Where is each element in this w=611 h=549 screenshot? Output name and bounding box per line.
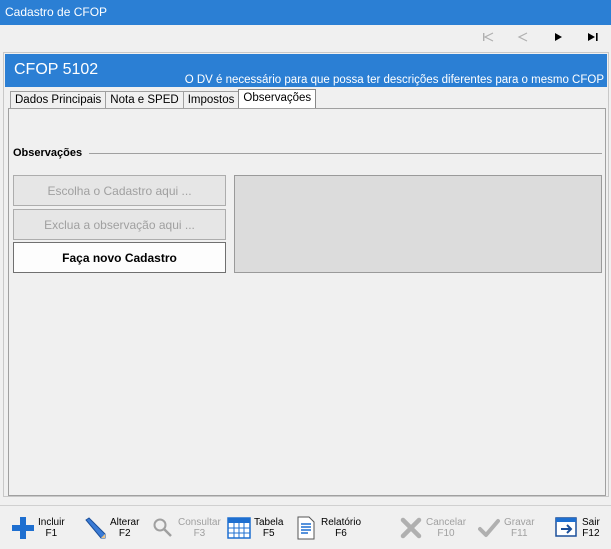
- alterar-button[interactable]: Alterar F2: [82, 510, 139, 546]
- exit-icon: [554, 515, 580, 541]
- consultar-button[interactable]: Consultar F3: [150, 510, 221, 546]
- tab-observacoes[interactable]: Observações: [238, 89, 317, 110]
- calendar-table-icon: [226, 515, 252, 541]
- gravar-button[interactable]: Gravar F11: [476, 510, 535, 546]
- tabela-button[interactable]: Tabela F5: [226, 510, 283, 546]
- cfop-header: CFOP 5102 O DV é necessário para que pos…: [5, 54, 607, 87]
- cancel-x-icon: [398, 515, 424, 541]
- relatorio-button[interactable]: Relatório F6: [293, 510, 361, 546]
- first-record-icon[interactable]: [478, 28, 498, 45]
- incluir-button[interactable]: Incluir F1: [10, 510, 65, 546]
- choose-cadastro-button[interactable]: Escolha o Cadastro aqui ...: [13, 175, 226, 206]
- cancelar-button[interactable]: Cancelar F10: [398, 510, 466, 546]
- delete-observacao-button[interactable]: Exclua a observação aqui ...: [13, 209, 226, 240]
- pencil-icon: [82, 515, 108, 541]
- sair-button[interactable]: Sair F12: [554, 510, 600, 546]
- title-bar: Cadastro de CFOP: [0, 0, 611, 25]
- dv-note: O DV é necessário para que possa ter des…: [184, 74, 604, 86]
- record-navigation-bar: [0, 25, 611, 48]
- window-title: Cadastro de CFOP: [5, 5, 108, 19]
- last-record-icon[interactable]: [583, 28, 603, 45]
- plus-icon: [10, 515, 36, 541]
- next-record-icon[interactable]: [548, 28, 568, 45]
- observacoes-panel: Observações Escolha o Cadastro aqui ... …: [8, 108, 606, 496]
- new-cadastro-button[interactable]: Faça novo Cadastro: [13, 242, 226, 273]
- cfop-code: CFOP 5102: [14, 61, 99, 78]
- search-icon: [150, 515, 176, 541]
- observacoes-textbox[interactable]: [234, 175, 602, 273]
- section-label-observacoes: Observações: [13, 147, 83, 159]
- checkmark-icon: [476, 515, 502, 541]
- tab-bar: Dados Principais Nota e SPED Impostos Ob…: [10, 89, 317, 110]
- report-icon: [293, 515, 319, 541]
- previous-record-icon[interactable]: [513, 28, 533, 45]
- section-divider: [89, 153, 602, 154]
- bottom-toolbar: Incluir F1 Alterar F2 Consultar F3 Tabela F5…: [0, 505, 611, 549]
- cfop-form: CFOP 5102 O DV é necessário para que pos…: [3, 52, 609, 497]
